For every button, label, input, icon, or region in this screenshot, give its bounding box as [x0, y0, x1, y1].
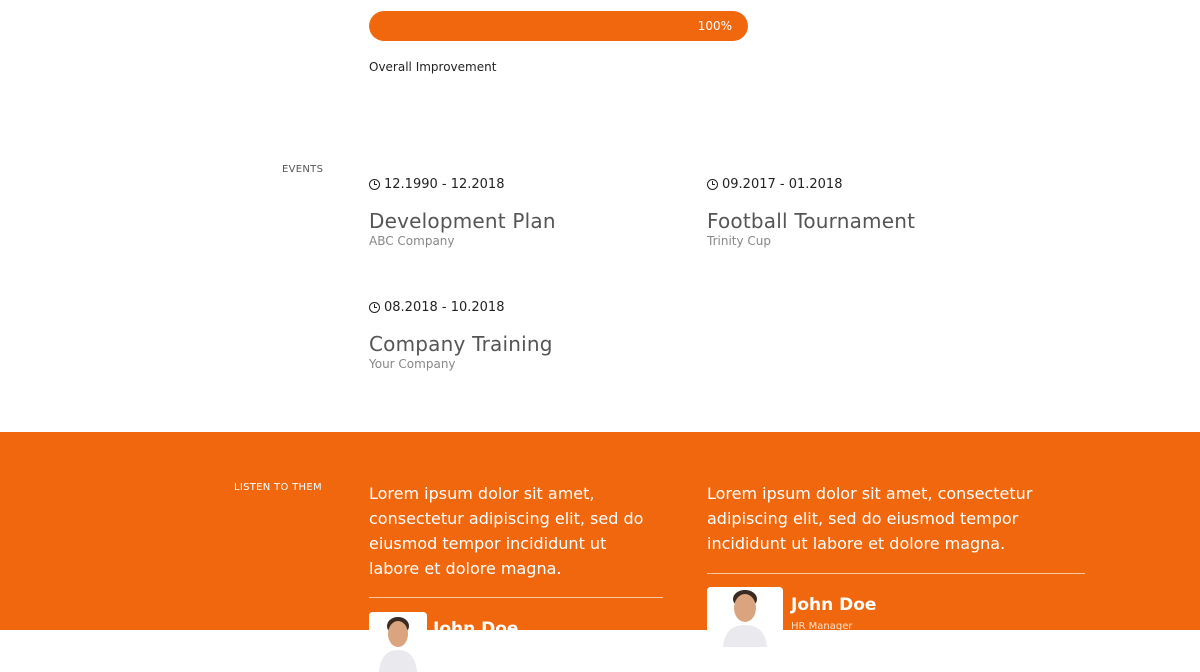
clock-icon — [369, 302, 380, 313]
event-title: Development Plan — [369, 209, 556, 233]
testimonial-quote: Lorem ipsum dolor sit amet, consectetur … — [707, 484, 1033, 553]
testimonial-divider — [707, 573, 1085, 574]
progress-bar: 100% — [369, 11, 748, 41]
avatar — [707, 587, 783, 647]
event-item: 08.2018 - 10.2018 Company Training Your … — [369, 300, 689, 371]
event-date: 09.2017 - 01.2018 — [707, 177, 1027, 192]
avatar-photo — [707, 587, 783, 647]
progress-track — [369, 11, 748, 41]
clock-icon — [369, 179, 380, 190]
progress-fill — [369, 11, 748, 41]
event-date-text: 08.2018 - 10.2018 — [384, 300, 505, 315]
progress-value: 100% — [697, 19, 732, 33]
event-item: 12.1990 - 12.2018 Development Plan ABC C… — [369, 177, 689, 248]
progress-label: Overall Improvement — [369, 60, 497, 74]
testimonial-divider — [369, 597, 663, 598]
clock-icon — [707, 179, 718, 190]
testimonial-name: John Doe — [433, 619, 519, 639]
event-date: 08.2018 - 10.2018 — [369, 300, 689, 315]
event-title: Company Training — [369, 332, 553, 356]
testimonial-quote: Lorem ipsum dolor sit amet, consectetur … — [369, 484, 644, 578]
testimonials-section: LISTEN TO THEM Lorem ipsum dolor sit ame… — [0, 432, 1200, 672]
event-subtitle: Trinity Cup — [707, 234, 771, 248]
events-section-label: EVENTS — [282, 164, 324, 175]
testimonial-role: HR Manager — [791, 621, 853, 632]
event-title: Football Tournament — [707, 209, 916, 233]
event-item: 09.2017 - 01.2018 Football Tournament Tr… — [707, 177, 1027, 248]
event-date-text: 12.1990 - 12.2018 — [384, 177, 505, 192]
avatar — [369, 612, 427, 672]
event-date-text: 09.2017 - 01.2018 — [722, 177, 843, 192]
testimonial-name: John Doe — [791, 595, 877, 615]
event-subtitle: Your Company — [369, 357, 456, 371]
testimonials-section-label: LISTEN TO THEM — [234, 482, 322, 493]
event-subtitle: ABC Company — [369, 234, 455, 248]
event-date: 12.1990 - 12.2018 — [369, 177, 689, 192]
avatar-photo — [369, 612, 427, 672]
